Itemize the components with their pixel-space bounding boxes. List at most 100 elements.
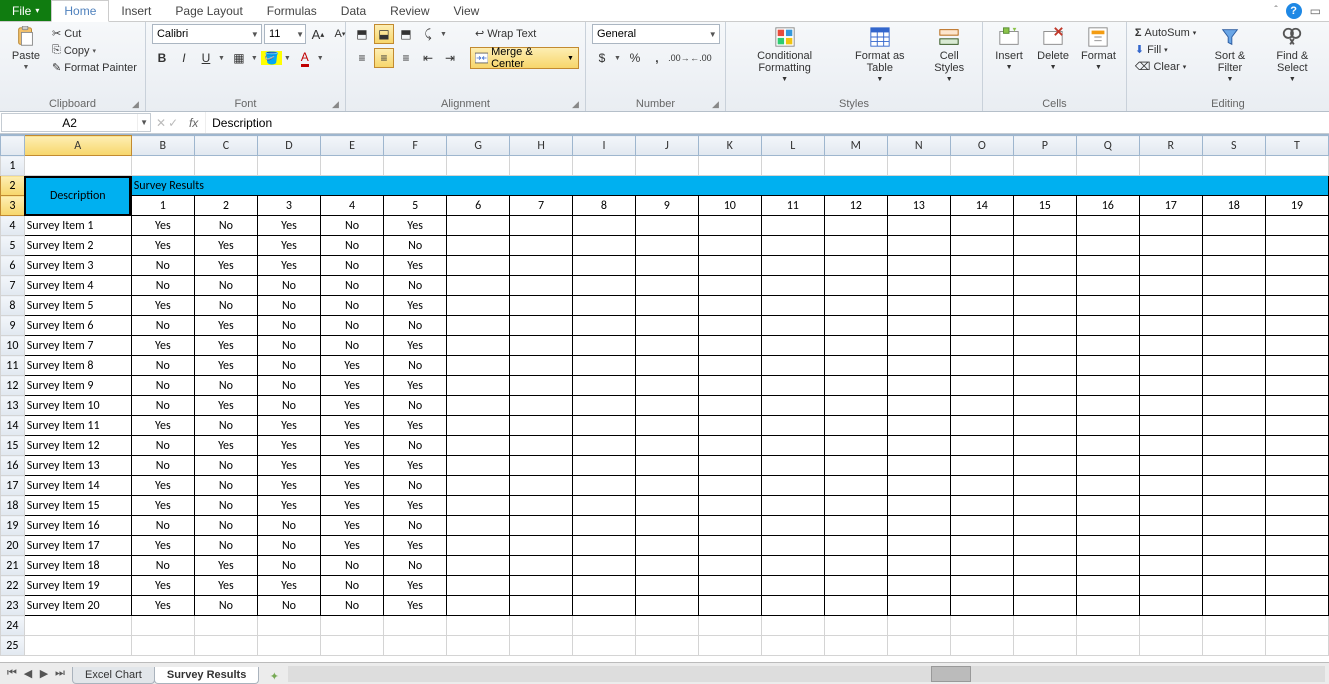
cell-value[interactable]: Yes: [131, 336, 194, 356]
cell-value[interactable]: [1139, 256, 1202, 276]
delete-cells-button[interactable]: Delete▼: [1033, 24, 1073, 73]
cell-value[interactable]: [887, 416, 950, 436]
cell[interactable]: [24, 636, 131, 656]
cell[interactable]: [321, 636, 384, 656]
cell-value[interactable]: [510, 476, 573, 496]
align-right-icon[interactable]: ≡: [396, 48, 416, 68]
cell-value[interactable]: [761, 316, 824, 336]
cell-value[interactable]: No: [131, 456, 194, 476]
row-header-23[interactable]: 23: [1, 596, 25, 616]
cell-item-label[interactable]: Survey Item 5: [24, 296, 131, 316]
cell-value[interactable]: [1076, 556, 1139, 576]
cell-value[interactable]: [1013, 336, 1076, 356]
cell-value[interactable]: [573, 236, 636, 256]
cell-value[interactable]: [447, 416, 510, 436]
cell-value[interactable]: [1076, 276, 1139, 296]
currency-icon[interactable]: $: [592, 48, 612, 68]
cell-value[interactable]: [824, 276, 887, 296]
col-header-E[interactable]: E: [321, 136, 384, 156]
cell-value[interactable]: Yes: [194, 436, 257, 456]
cell-value[interactable]: [824, 576, 887, 596]
cell-value[interactable]: Yes: [384, 596, 447, 616]
cell-col-num-15[interactable]: 15: [1013, 196, 1076, 216]
cell-value[interactable]: [510, 496, 573, 516]
cell-value[interactable]: Yes: [257, 436, 320, 456]
cell-value[interactable]: [635, 396, 698, 416]
cell-value[interactable]: [635, 496, 698, 516]
cell-value[interactable]: [887, 536, 950, 556]
insert-cells-button[interactable]: Insert▼: [989, 24, 1029, 73]
cell-value[interactable]: [1265, 296, 1328, 316]
cell-value[interactable]: Yes: [321, 436, 384, 456]
cell-value[interactable]: [698, 376, 761, 396]
cell-value[interactable]: [761, 496, 824, 516]
cell-value[interactable]: [1139, 456, 1202, 476]
row-header-5[interactable]: 5: [1, 236, 25, 256]
cell[interactable]: [761, 616, 824, 636]
cell-value[interactable]: [447, 436, 510, 456]
find-select-button[interactable]: Find & Select▼: [1262, 24, 1323, 85]
cell[interactable]: [1139, 636, 1202, 656]
cell[interactable]: [510, 156, 573, 176]
cell-value[interactable]: [824, 416, 887, 436]
cell-value[interactable]: No: [131, 356, 194, 376]
cell-value[interactable]: [1013, 456, 1076, 476]
col-header-P[interactable]: P: [1013, 136, 1076, 156]
cell-value[interactable]: [1265, 396, 1328, 416]
cell-value[interactable]: No: [194, 276, 257, 296]
underline-dropdown[interactable]: ▼: [216, 55, 227, 62]
cell-value[interactable]: No: [321, 256, 384, 276]
cell[interactable]: [257, 156, 320, 176]
cell-value[interactable]: [887, 456, 950, 476]
cell-value[interactable]: [824, 456, 887, 476]
cell-value[interactable]: [573, 576, 636, 596]
row-header-17[interactable]: 17: [1, 476, 25, 496]
cell-value[interactable]: [510, 316, 573, 336]
cell-value[interactable]: [887, 356, 950, 376]
row-header-4[interactable]: 4: [1, 216, 25, 236]
cell-value[interactable]: [447, 536, 510, 556]
cell-value[interactable]: No: [384, 276, 447, 296]
formula-input[interactable]: [206, 112, 1329, 133]
cell-value[interactable]: [950, 536, 1013, 556]
cell-item-label[interactable]: Survey Item 20: [24, 596, 131, 616]
cell[interactable]: [384, 156, 447, 176]
row-header-19[interactable]: 19: [1, 516, 25, 536]
cell-value[interactable]: [698, 516, 761, 536]
cell-value[interactable]: [950, 316, 1013, 336]
sheet-tab-survey-results[interactable]: Survey Results: [154, 667, 259, 684]
comma-icon[interactable]: ,: [647, 48, 667, 68]
cell-value[interactable]: [950, 356, 1013, 376]
cell-value[interactable]: [887, 276, 950, 296]
row-header-21[interactable]: 21: [1, 556, 25, 576]
cell-value[interactable]: [573, 456, 636, 476]
tab-review[interactable]: Review: [378, 0, 441, 21]
cell[interactable]: [573, 636, 636, 656]
sheet-nav-prev-icon[interactable]: ◀: [20, 666, 36, 682]
cell-value[interactable]: No: [321, 276, 384, 296]
cell-value[interactable]: [1202, 496, 1265, 516]
row-header-3[interactable]: 3: [1, 196, 25, 216]
cell-value[interactable]: [887, 396, 950, 416]
row-header-7[interactable]: 7: [1, 276, 25, 296]
cell-value[interactable]: Yes: [131, 496, 194, 516]
cell-value[interactable]: Yes: [384, 416, 447, 436]
cell-value[interactable]: No: [321, 296, 384, 316]
decrease-decimal-icon[interactable]: ←.00: [691, 48, 711, 68]
number-dialog-icon[interactable]: ◢: [712, 99, 719, 110]
sheet-nav-first-icon[interactable]: ⏮: [4, 666, 20, 682]
clear-button[interactable]: ⌫Clear▾: [1133, 59, 1198, 74]
fill-color-button[interactable]: 🪣: [262, 48, 282, 68]
cell-value[interactable]: No: [194, 416, 257, 436]
row-header-12[interactable]: 12: [1, 376, 25, 396]
cell-value[interactable]: [1076, 436, 1139, 456]
cell-value[interactable]: [761, 536, 824, 556]
bold-button[interactable]: B: [152, 48, 172, 68]
cell-col-num-17[interactable]: 17: [1139, 196, 1202, 216]
tab-page-layout[interactable]: Page Layout: [163, 0, 254, 21]
cell[interactable]: [447, 636, 510, 656]
col-header-O[interactable]: O: [950, 136, 1013, 156]
cell[interactable]: [1139, 616, 1202, 636]
cell[interactable]: [24, 156, 131, 176]
cell-value[interactable]: Yes: [194, 396, 257, 416]
